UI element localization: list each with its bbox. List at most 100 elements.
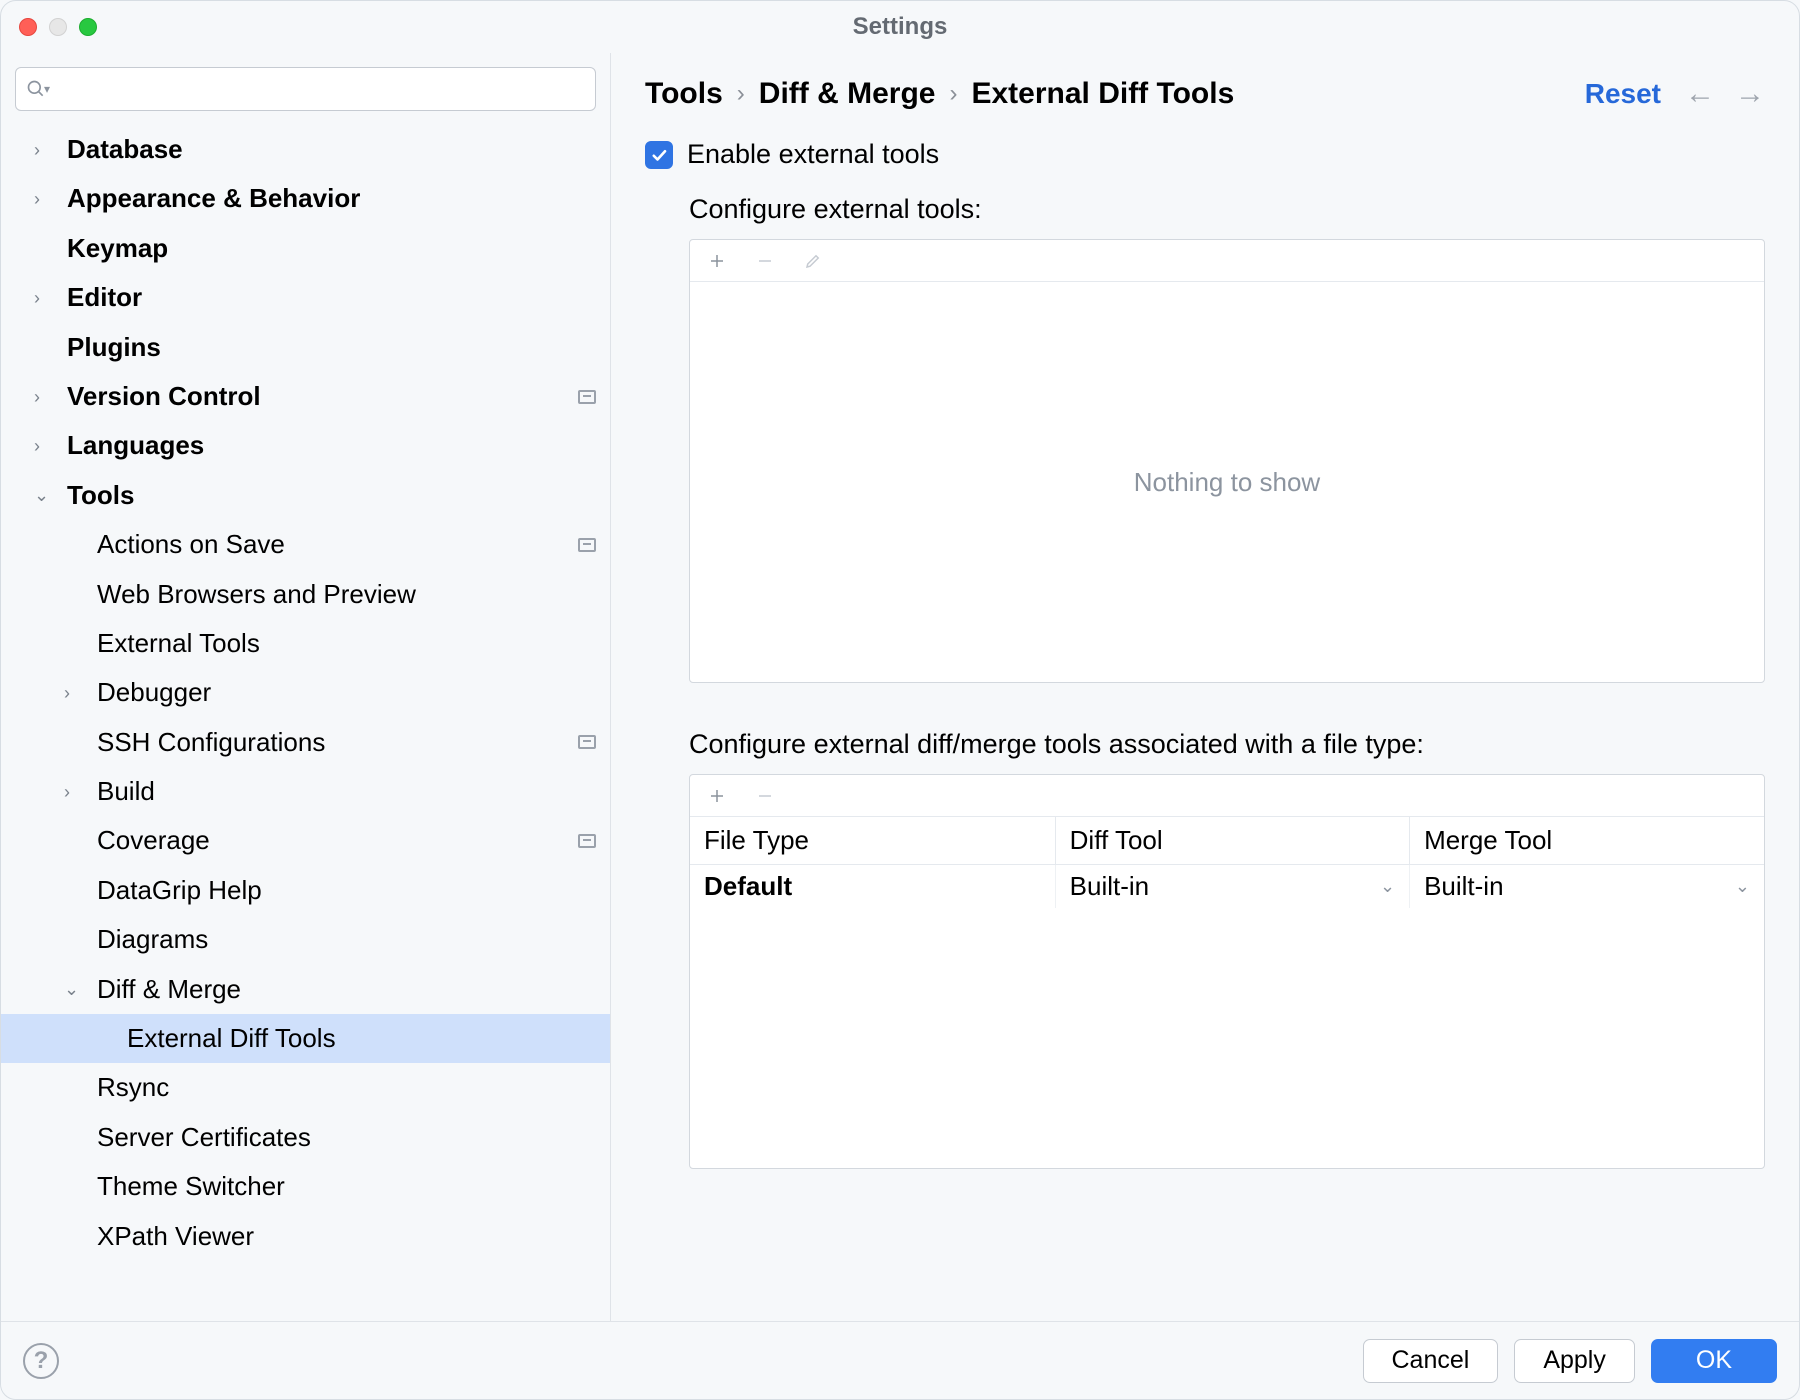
project-scope-icon bbox=[578, 735, 596, 749]
tree-item-label: Debugger bbox=[97, 668, 596, 717]
titlebar: Settings bbox=[1, 1, 1799, 53]
tree-item[interactable]: › Database bbox=[1, 125, 610, 174]
search-input[interactable] bbox=[56, 75, 585, 103]
tree-item[interactable]: XPath Viewer bbox=[1, 1212, 610, 1261]
ok-button[interactable]: OK bbox=[1651, 1339, 1777, 1383]
tree-item-label: Coverage bbox=[97, 816, 578, 865]
tree-item[interactable]: Rsync bbox=[1, 1063, 610, 1112]
col-diff-tool[interactable]: Diff Tool bbox=[1055, 817, 1409, 865]
breadcrumb-part[interactable]: Tools bbox=[645, 77, 723, 111]
tree-item-label: SSH Configurations bbox=[97, 718, 578, 767]
forward-button[interactable]: → bbox=[1735, 77, 1765, 111]
tree-item[interactable]: Server Certificates bbox=[1, 1113, 610, 1162]
configure-assoc-label: Configure external diff/merge tools asso… bbox=[689, 729, 1765, 760]
tree-item-label: Diff & Merge bbox=[97, 965, 596, 1014]
tree-item[interactable]: Theme Switcher bbox=[1, 1162, 610, 1211]
tree-item-label: Tools bbox=[67, 471, 596, 520]
checkbox-icon bbox=[645, 141, 673, 169]
project-scope-icon bbox=[578, 834, 596, 848]
apply-button[interactable]: Apply bbox=[1514, 1339, 1635, 1383]
cell-file-type: Default bbox=[690, 865, 1055, 909]
col-file-type[interactable]: File Type bbox=[690, 817, 1055, 865]
tree-item[interactable]: › Build bbox=[1, 767, 610, 816]
tree-item-label: Build bbox=[97, 767, 596, 816]
search-dropdown-icon[interactable]: ▾ bbox=[44, 82, 50, 96]
chevron-right-icon[interactable]: › bbox=[34, 133, 52, 167]
chevron-right-icon: › bbox=[737, 80, 745, 108]
footer: ? Cancel Apply OK bbox=[1, 1321, 1799, 1399]
maximize-window-button[interactable] bbox=[79, 18, 97, 36]
tree-item-label: Actions on Save bbox=[97, 520, 578, 569]
tree-item[interactable]: External Diff Tools bbox=[1, 1014, 610, 1063]
close-window-button[interactable] bbox=[19, 18, 37, 36]
chevron-down-icon[interactable]: ⌄ bbox=[64, 972, 82, 1006]
tree-item-label: Web Browsers and Preview bbox=[97, 570, 596, 619]
tree-item[interactable]: External Tools bbox=[1, 619, 610, 668]
search-field[interactable]: ▾ bbox=[15, 67, 596, 111]
tree-item[interactable]: › Editor bbox=[1, 273, 610, 322]
tree-item-label: XPath Viewer bbox=[97, 1212, 596, 1261]
chevron-right-icon[interactable]: › bbox=[64, 676, 82, 710]
tree-item[interactable]: SSH Configurations bbox=[1, 718, 610, 767]
tree-item-label: Editor bbox=[67, 273, 596, 322]
tree-item[interactable]: ›Languages bbox=[1, 421, 610, 470]
tree-item-label: Server Certificates bbox=[97, 1113, 596, 1162]
tree-item-label: DataGrip Help bbox=[97, 866, 596, 915]
tree-item-label: External Tools bbox=[97, 619, 596, 668]
chevron-right-icon[interactable]: › bbox=[34, 429, 52, 463]
enable-external-tools-checkbox[interactable]: Enable external tools bbox=[645, 139, 1765, 170]
tree-item[interactable]: Keymap bbox=[1, 224, 610, 273]
assoc-panel: File Type Diff Tool Merge Tool Default B… bbox=[689, 774, 1765, 1169]
tree-item[interactable]: ⌄ Tools bbox=[1, 471, 610, 520]
tree-item[interactable]: ⌄ Diff & Merge bbox=[1, 965, 610, 1014]
tree-item[interactable]: Plugins bbox=[1, 323, 610, 372]
external-tools-toolbar bbox=[690, 240, 1764, 282]
tree-item[interactable]: ›Version Control bbox=[1, 372, 610, 421]
sidebar: ▾ ›Database›Appearance & BehaviorKeymap›… bbox=[1, 53, 611, 1321]
enable-external-tools-label: Enable external tools bbox=[687, 139, 939, 170]
chevron-right-icon[interactable]: › bbox=[34, 380, 52, 414]
tree-item[interactable]: Web Browsers and Preview bbox=[1, 570, 610, 619]
tree-item[interactable]: DataGrip Help bbox=[1, 866, 610, 915]
tree-item[interactable]: Actions on Save bbox=[1, 520, 610, 569]
tree-item[interactable]: ›Appearance & Behavior bbox=[1, 174, 610, 223]
table-row[interactable]: Default Built-in⌄ Built-in⌄ bbox=[690, 865, 1764, 909]
tree-item-label: External Diff Tools bbox=[127, 1014, 596, 1063]
chevron-down-icon: ⌄ bbox=[1735, 876, 1750, 897]
tree-item-label: Rsync bbox=[97, 1063, 596, 1112]
reset-button[interactable]: Reset bbox=[1585, 78, 1661, 110]
tree-item-label: Diagrams bbox=[97, 915, 596, 964]
add-icon[interactable] bbox=[706, 250, 728, 272]
tree-item[interactable]: Diagrams bbox=[1, 915, 610, 964]
minimize-window-button[interactable] bbox=[49, 18, 67, 36]
help-button[interactable]: ? bbox=[23, 1343, 59, 1379]
tree-item-label: Theme Switcher bbox=[97, 1162, 596, 1211]
settings-tree[interactable]: › Database›Appearance & BehaviorKeymap › Ed… bbox=[1, 125, 610, 1321]
back-button[interactable]: ← bbox=[1685, 77, 1715, 111]
col-merge-tool[interactable]: Merge Tool bbox=[1410, 817, 1764, 865]
cell-merge-tool[interactable]: Built-in⌄ bbox=[1410, 865, 1764, 909]
chevron-right-icon[interactable]: › bbox=[34, 281, 52, 315]
tree-item-label: Database bbox=[67, 125, 596, 174]
search-icon bbox=[26, 79, 46, 99]
external-tools-empty-text: Nothing to show bbox=[690, 282, 1764, 682]
window-controls bbox=[19, 18, 97, 36]
chevron-right-icon: › bbox=[949, 80, 957, 108]
external-tools-panel: Nothing to show bbox=[689, 239, 1765, 683]
breadcrumb: Tools › Diff & Merge › External Diff Too… bbox=[645, 77, 1585, 111]
tree-item[interactable]: › Debugger bbox=[1, 668, 610, 717]
breadcrumb-part: External Diff Tools bbox=[971, 77, 1234, 111]
assoc-table: File Type Diff Tool Merge Tool Default B… bbox=[690, 817, 1764, 1168]
cancel-button[interactable]: Cancel bbox=[1363, 1339, 1499, 1383]
chevron-down-icon: ⌄ bbox=[1380, 876, 1395, 897]
remove-icon bbox=[754, 250, 776, 272]
chevron-right-icon[interactable]: › bbox=[64, 775, 82, 809]
main-panel: Tools › Diff & Merge › External Diff Too… bbox=[611, 53, 1799, 1321]
add-icon[interactable] bbox=[706, 785, 728, 807]
window-title: Settings bbox=[1, 13, 1799, 41]
chevron-right-icon[interactable]: › bbox=[34, 182, 52, 216]
tree-item[interactable]: Coverage bbox=[1, 816, 610, 865]
breadcrumb-part[interactable]: Diff & Merge bbox=[759, 77, 936, 111]
cell-diff-tool[interactable]: Built-in⌄ bbox=[1055, 865, 1409, 909]
chevron-down-icon[interactable]: ⌄ bbox=[34, 478, 52, 512]
